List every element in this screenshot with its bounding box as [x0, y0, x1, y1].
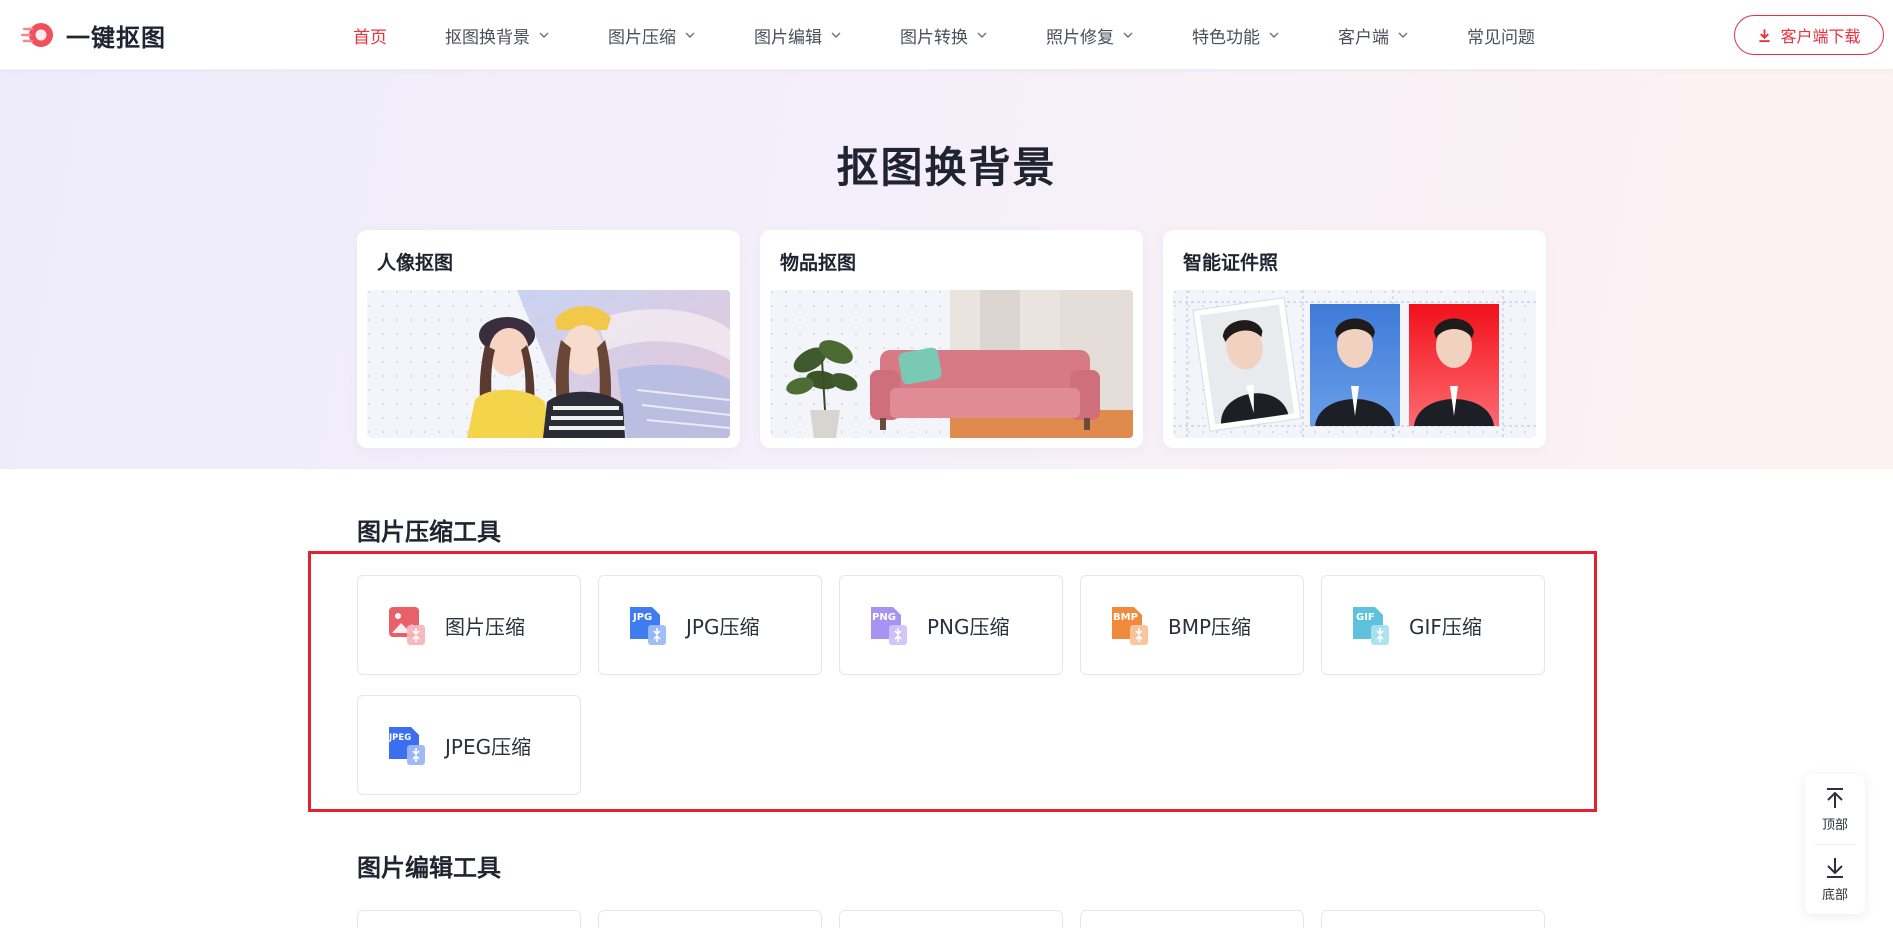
svg-text:PNG: PNG	[872, 612, 896, 623]
portrait-cutout-illustration	[367, 290, 730, 438]
nav-item-convert[interactable]: 图片转换	[900, 23, 988, 48]
scroll-float-panel: 顶部 底部	[1805, 774, 1865, 914]
chevron-down-icon	[539, 32, 549, 38]
nav-item-client[interactable]: 客户端	[1338, 23, 1409, 48]
arrow-up-to-line-icon	[1827, 787, 1843, 808]
edit-section-title: 图片编辑工具	[357, 854, 501, 882]
download-button-label: 客户端下载	[1780, 27, 1861, 46]
hero-card-title: 物品抠图	[780, 252, 857, 274]
scroll-bottom-label: 底部	[1821, 887, 1848, 903]
chevron-down-icon	[685, 32, 695, 38]
compress-section-title: 图片压缩工具	[357, 518, 501, 546]
tool-label: 图片压缩	[445, 614, 525, 639]
main-nav: 首页 抠图换背景 图片压缩 图片编辑 图片转换 照片修复 特色功能 客户端 常见…	[353, 0, 1593, 70]
chevron-down-icon	[1398, 32, 1408, 38]
brand-name: 一键抠图	[66, 23, 166, 52]
client-download-button[interactable]: 客户端下载	[1734, 15, 1884, 55]
nav-item-label: 特色功能	[1192, 27, 1260, 48]
top-header: 一键抠图 首页 抠图换背景 图片压缩 图片编辑 图片转换 照片修复 特色功能 客…	[0, 0, 1893, 70]
tool-card-jpeg-compress[interactable]: JPEG JPEG压缩	[357, 695, 581, 795]
jpg-file-icon: JPG	[630, 607, 666, 645]
nav-item-home[interactable]: 首页	[353, 23, 387, 48]
tool-card-jpg-compress[interactable]: JPG JPG压缩	[598, 575, 822, 675]
image-compress-icon	[389, 607, 425, 645]
scroll-to-top-button[interactable]: 顶部	[1805, 774, 1865, 844]
tool-card-partial[interactable]	[598, 910, 822, 928]
hero-card-object-cutout[interactable]: 物品抠图	[760, 230, 1143, 448]
tool-card-gif-compress[interactable]: GIF GIF压缩	[1321, 575, 1545, 675]
tool-label: PNG压缩	[927, 614, 1010, 639]
tool-label: GIF压缩	[1409, 614, 1482, 639]
bmp-file-icon: BMP	[1112, 607, 1148, 645]
brand-logo[interactable]: 一键抠图	[20, 16, 166, 54]
hero-card-portrait-cutout[interactable]: 人像抠图	[357, 230, 740, 448]
logo-mark-icon	[20, 23, 53, 47]
chevron-down-icon	[977, 32, 987, 38]
nav-item-label: 常见问题	[1467, 27, 1535, 48]
png-file-icon: PNG	[871, 607, 907, 645]
id-photo-illustration	[1173, 290, 1536, 438]
hero-card-id-photo[interactable]: 智能证件照	[1163, 230, 1546, 448]
download-icon	[1759, 28, 1771, 42]
tool-card-png-compress[interactable]: PNG PNG压缩	[839, 575, 1063, 675]
scroll-to-bottom-button[interactable]: 底部	[1805, 844, 1865, 914]
nav-item-cutout[interactable]: 抠图换背景	[445, 23, 550, 48]
nav-item-label: 首页	[353, 27, 387, 48]
nav-item-restore[interactable]: 照片修复	[1046, 23, 1134, 48]
tool-label: BMP压缩	[1168, 614, 1252, 639]
nav-item-label: 客户端	[1338, 27, 1389, 48]
hero-card-title: 智能证件照	[1183, 252, 1279, 274]
chevron-down-icon	[831, 32, 841, 38]
nav-item-compress[interactable]: 图片压缩	[608, 23, 696, 48]
chevron-down-icon	[1123, 32, 1133, 38]
nav-item-label: 图片压缩	[608, 27, 676, 48]
tool-card-partial[interactable]	[1321, 910, 1545, 928]
arrow-down-to-line-icon	[1827, 857, 1843, 878]
nav-item-edit[interactable]: 图片编辑	[754, 23, 842, 48]
nav-item-label: 图片编辑	[754, 27, 822, 48]
tool-label: JPG压缩	[686, 614, 760, 639]
tool-label: JPEG压缩	[445, 734, 532, 759]
hero-title: 抠图换背景	[836, 143, 1057, 192]
nav-item-label: 照片修复	[1046, 27, 1114, 48]
nav-item-label: 抠图换背景	[445, 27, 530, 48]
jpeg-file-icon: JPEG	[388, 727, 425, 765]
tool-card-partial[interactable]	[357, 910, 581, 928]
nav-item-features[interactable]: 特色功能	[1192, 23, 1280, 48]
svg-text:JPEG: JPEG	[388, 733, 411, 743]
scroll-top-label: 顶部	[1821, 817, 1848, 833]
hero-card-title: 人像抠图	[377, 252, 454, 274]
tool-card-bmp-compress[interactable]: BMP BMP压缩	[1080, 575, 1304, 675]
nav-item-faq[interactable]: 常见问题	[1467, 23, 1535, 48]
gif-file-icon: GIF	[1353, 607, 1389, 645]
nav-item-label: 图片转换	[900, 27, 968, 48]
svg-text:JPG: JPG	[632, 612, 652, 623]
tool-card-partial[interactable]	[839, 910, 1063, 928]
object-cutout-illustration	[770, 290, 1133, 438]
tool-card-partial[interactable]	[1080, 910, 1304, 928]
svg-text:BMP: BMP	[1113, 612, 1138, 623]
tool-card-image-compress[interactable]: 图片压缩	[357, 575, 581, 675]
svg-text:GIF: GIF	[1356, 612, 1375, 623]
chevron-down-icon	[1269, 32, 1279, 38]
